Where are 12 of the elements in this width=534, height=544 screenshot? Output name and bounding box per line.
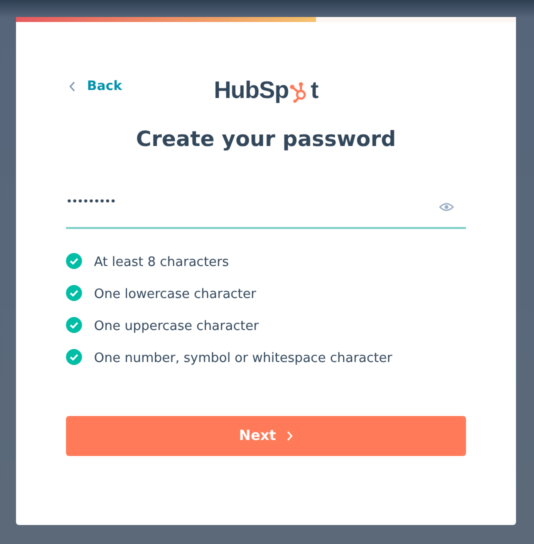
password-field[interactable]: ••••••••• (66, 187, 466, 229)
requirement-text: At least 8 characters (94, 255, 229, 270)
requirement-text: One lowercase character (94, 287, 256, 302)
chevron-left-icon (69, 81, 76, 92)
page-title: Create your password (135, 127, 397, 151)
back-link[interactable]: Back (69, 79, 122, 94)
logo: HubSp t (214, 77, 318, 105)
chevron-right-icon (286, 431, 293, 441)
eye-icon[interactable] (439, 202, 454, 212)
requirement-text: One number, symbol or whitespace character (94, 351, 392, 366)
next-button[interactable]: Next (66, 416, 466, 456)
requirement-text: One uppercase character (94, 319, 259, 334)
